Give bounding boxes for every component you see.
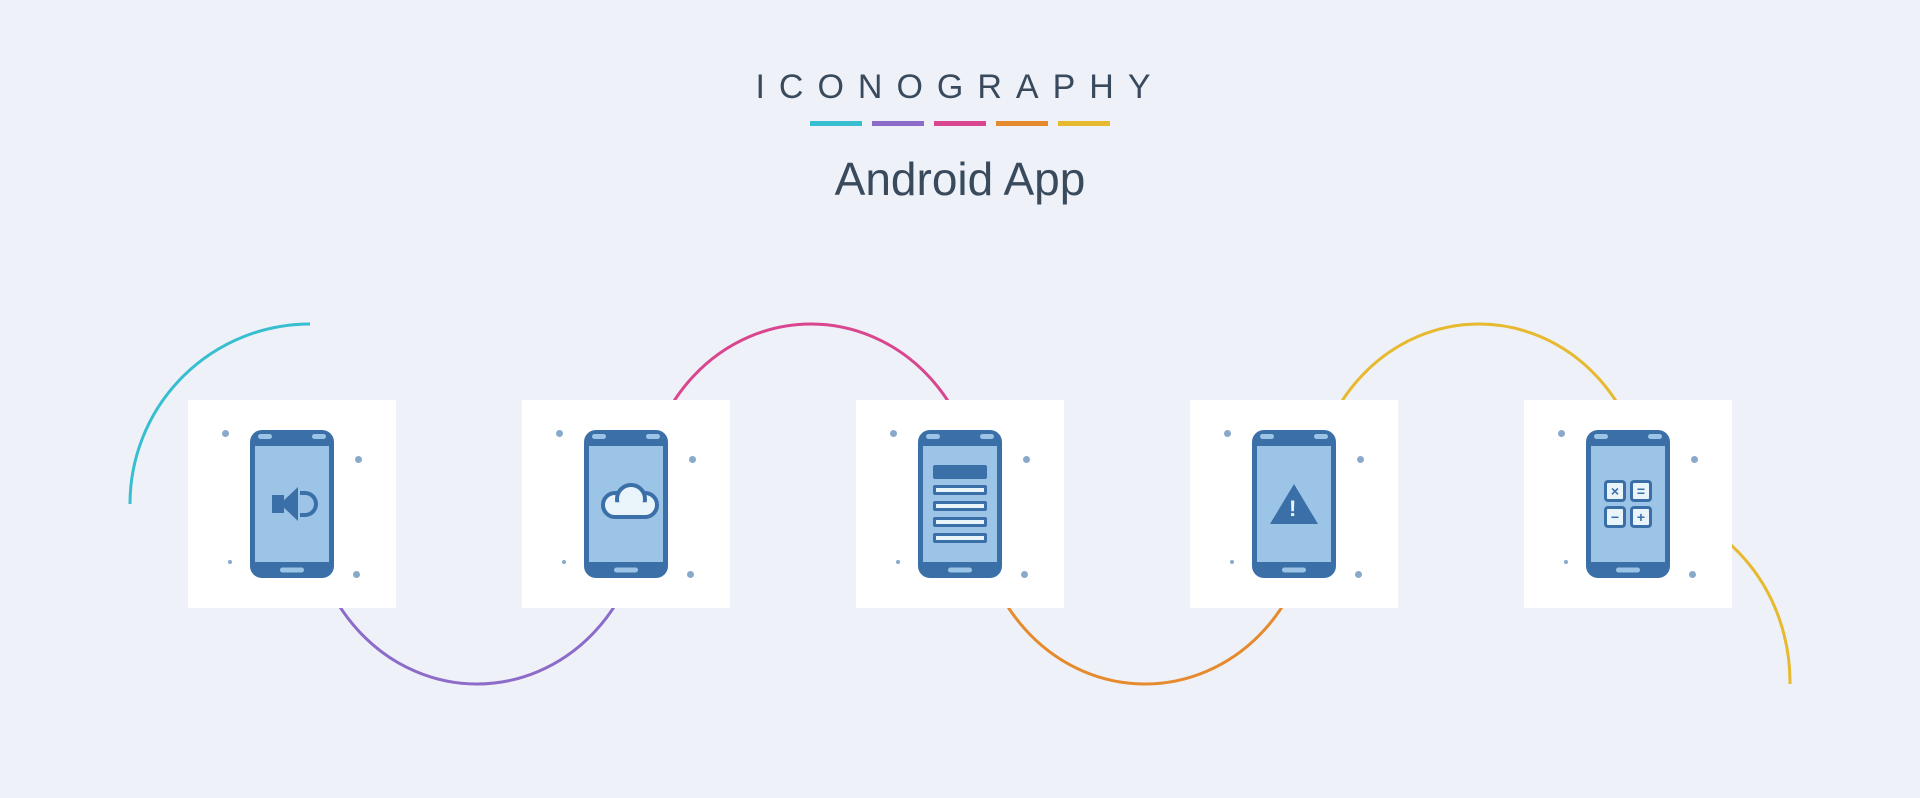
- icon-tile: × = − +: [1524, 400, 1732, 608]
- cloud-icon: [601, 489, 651, 519]
- header: ICONOGRAPHY Android App: [0, 0, 1920, 206]
- icon-stage: × = − +: [0, 260, 1920, 780]
- accent-bar-5: [1058, 121, 1110, 126]
- icon-tile: [522, 400, 730, 608]
- icon-tile: [188, 400, 396, 608]
- list-icon: [933, 465, 987, 543]
- calc-key-equals: =: [1630, 480, 1652, 502]
- icons-row: × = − +: [0, 400, 1920, 608]
- accent-bar-1: [810, 121, 862, 126]
- calc-key-plus: +: [1630, 506, 1652, 528]
- phone-alert-icon: [1252, 430, 1336, 578]
- accent-bar-3: [934, 121, 986, 126]
- phone-calculator-icon: × = − +: [1586, 430, 1670, 578]
- icon-tile: [856, 400, 1064, 608]
- warning-triangle-icon: [1270, 484, 1318, 524]
- speaker-icon: [272, 487, 312, 521]
- phone-list-icon: [918, 430, 1002, 578]
- phone-weather-icon: [584, 430, 668, 578]
- phone-volume-icon: [250, 430, 334, 578]
- calc-key-minus: −: [1604, 506, 1626, 528]
- accent-underline: [0, 121, 1920, 126]
- calc-key-multiply: ×: [1604, 480, 1626, 502]
- brand-wordmark: ICONOGRAPHY: [0, 68, 1920, 107]
- calculator-icon: × = − +: [1604, 480, 1652, 528]
- pack-title: Android App: [0, 152, 1920, 206]
- icon-tile: [1190, 400, 1398, 608]
- accent-bar-2: [872, 121, 924, 126]
- accent-bar-4: [996, 121, 1048, 126]
